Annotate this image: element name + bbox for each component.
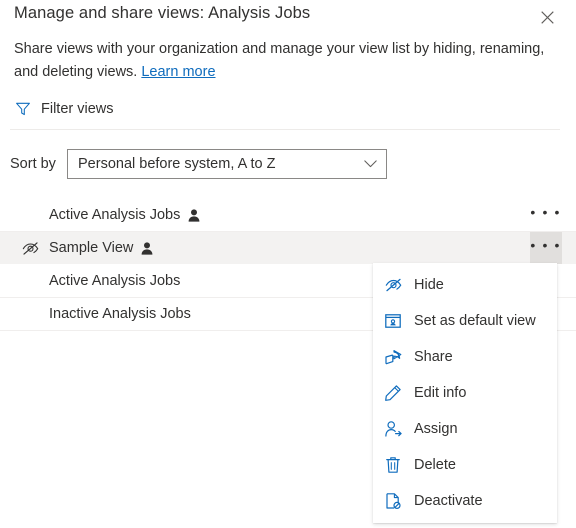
sort-by-label: Sort by: [10, 155, 56, 172]
table-row[interactable]: Active Analysis Jobs • • •: [0, 199, 576, 232]
close-icon: [540, 10, 554, 24]
menu-item-label: Share: [414, 349, 453, 365]
filter-views-button[interactable]: Filter views: [14, 97, 114, 121]
row-context-menu: Hide Set as default view Share Edit info…: [373, 263, 557, 523]
share-icon: [384, 348, 402, 366]
filter-icon: [14, 100, 32, 118]
header-divider: [10, 129, 560, 130]
ellipsis-icon: • • •: [530, 204, 562, 220]
page-title: Manage and share views: Analysis Jobs: [14, 4, 311, 22]
menu-item-share[interactable]: Share: [373, 339, 557, 375]
menu-item-label: Assign: [414, 421, 458, 437]
deactivate-document-icon: [384, 492, 402, 510]
menu-item-label: Edit info: [414, 385, 467, 401]
menu-item-assign[interactable]: Assign: [373, 411, 557, 447]
sort-by-select[interactable]: Personal before system, A to Z: [67, 148, 387, 179]
chevron-down-icon: [364, 159, 377, 168]
menu-item-delete[interactable]: Delete: [373, 447, 557, 483]
close-button[interactable]: [534, 4, 560, 30]
view-name: Inactive Analysis Jobs: [49, 306, 191, 322]
menu-item-deactivate[interactable]: Deactivate: [373, 483, 557, 519]
default-view-icon: [384, 312, 402, 330]
personal-view-icon: [187, 208, 201, 222]
ellipsis-icon: • • •: [530, 237, 562, 253]
menu-item-label: Hide: [414, 277, 444, 293]
menu-item-label: Deactivate: [414, 493, 483, 509]
view-name: Active Analysis Jobs: [49, 273, 181, 289]
sort-by-row: Sort by Personal before system, A to Z: [10, 148, 387, 179]
learn-more-link[interactable]: Learn more: [141, 64, 215, 80]
menu-item-set-as-default-view[interactable]: Set as default view: [373, 303, 557, 339]
hidden-view-icon: [22, 240, 39, 257]
personal-view-icon: [140, 241, 154, 255]
pencil-edit-icon: [384, 384, 402, 402]
dialog-description: Share views with your organization and m…: [14, 38, 548, 84]
filter-views-label: Filter views: [41, 101, 114, 117]
menu-item-edit-info[interactable]: Edit info: [373, 375, 557, 411]
assign-person-icon: [384, 420, 402, 438]
row-more-button[interactable]: • • •: [530, 232, 562, 264]
hide-eye-icon: [384, 276, 402, 294]
menu-item-hide[interactable]: Hide: [373, 267, 557, 303]
row-more-button[interactable]: • • •: [530, 199, 562, 231]
view-name: Sample View: [49, 240, 134, 256]
dialog-header: Manage and share views: Analysis Jobs: [0, 0, 576, 36]
description-text: Share views with your organization and m…: [14, 41, 545, 80]
menu-item-label: Set as default view: [414, 313, 536, 329]
trash-delete-icon: [384, 456, 402, 474]
view-name: Active Analysis Jobs: [49, 207, 181, 223]
table-row[interactable]: Sample View • • •: [0, 232, 576, 265]
sort-by-value: Personal before system, A to Z: [78, 155, 276, 172]
menu-item-label: Delete: [414, 457, 456, 473]
